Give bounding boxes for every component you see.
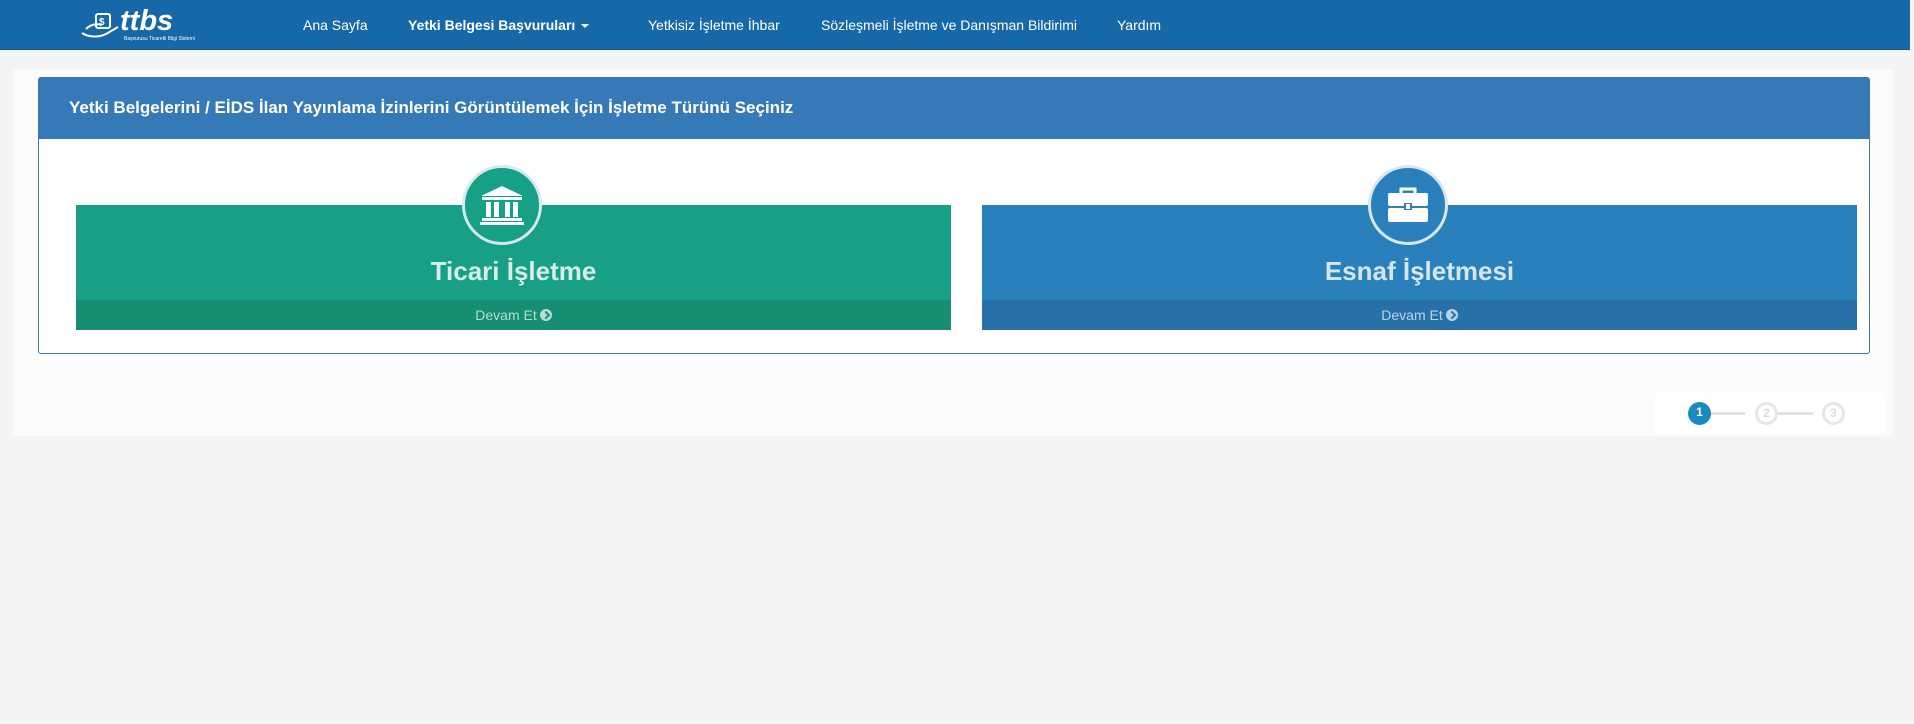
- nav-help[interactable]: Yardım: [1117, 0, 1161, 50]
- continue-label: Devam Et: [1381, 307, 1443, 323]
- nav-unauthorized-report[interactable]: Yetkisiz İşletme İhbar: [648, 0, 780, 50]
- chevron-circle-right-icon: [1445, 309, 1458, 321]
- tile-title: Ticari İşletme: [430, 256, 597, 286]
- chevron-circle-right-icon: [539, 309, 552, 321]
- nav-applications-label: Yetki Belgesi Başvuruları: [408, 17, 576, 33]
- caret-down-icon: [581, 24, 590, 29]
- tile-icon-circle[interactable]: [462, 165, 542, 245]
- continue-link[interactable]: Devam Et: [76, 300, 951, 330]
- bank-icon: [480, 186, 524, 225]
- nav-home[interactable]: Ana Sayfa: [303, 0, 368, 50]
- tile-icon-circle[interactable]: [1368, 165, 1448, 245]
- page-container: Yetki Belgelerini / EİDS İlan Yayınlama …: [13, 70, 1893, 436]
- panel-title: Yetki Belgelerini / EİDS İlan Yayınlama …: [39, 78, 1869, 139]
- nav-applications-dropdown[interactable]: Yetki Belgesi Başvuruları: [408, 0, 590, 50]
- briefcase-icon: [1388, 187, 1428, 222]
- continue-link[interactable]: Devam Et: [982, 300, 1857, 330]
- step-2: 2: [1755, 402, 1778, 425]
- step-connector: [1705, 412, 1745, 415]
- top-navbar: $ ttbs Başvurusu Ticaretli Bilgi Sistemi…: [0, 0, 1910, 50]
- continue-label: Devam Et: [475, 307, 537, 323]
- logo-subtitle: Başvurusu Ticaretli Bilgi Sistemi: [124, 36, 195, 42]
- nav-contract-notification[interactable]: Sözleşmeli İşletme ve Danışman Bildirimi: [821, 0, 1077, 50]
- svg-text:$: $: [99, 17, 105, 28]
- logo-text: ttbs: [120, 5, 174, 37]
- hand-logo-icon: $: [81, 13, 119, 38]
- tile-title: Esnaf İşletmesi: [1324, 256, 1515, 286]
- progress-stepper: 1 2 3: [1655, 393, 1885, 433]
- ttbs-logo[interactable]: $ ttbs Başvurusu Ticaretli Bilgi Sistemi: [80, 5, 205, 45]
- step-1: 1: [1688, 402, 1711, 425]
- step-3: 3: [1822, 402, 1845, 425]
